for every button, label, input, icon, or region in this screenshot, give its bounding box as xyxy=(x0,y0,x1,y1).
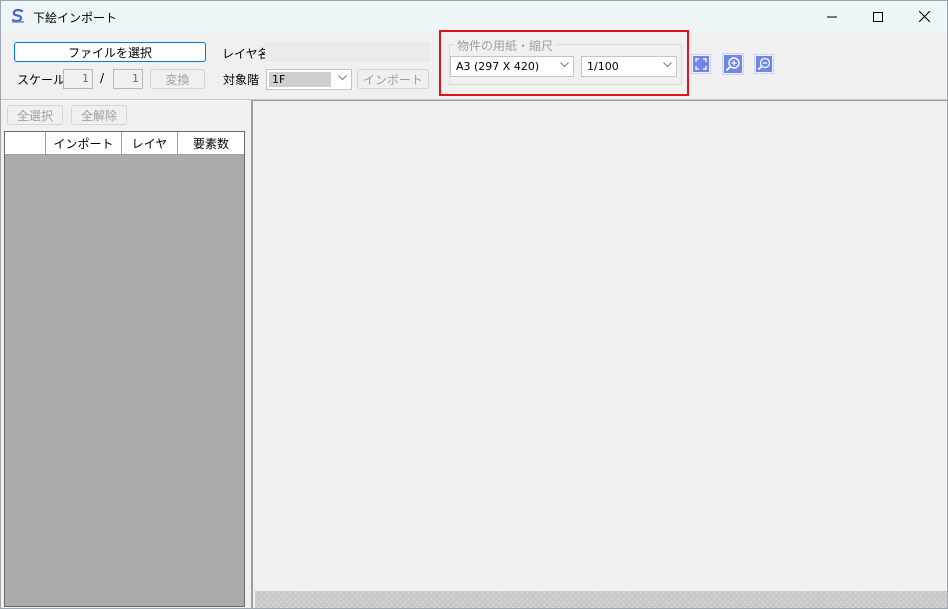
select-file-button[interactable]: ファイルを選択 xyxy=(14,42,206,62)
zoom-out-icon xyxy=(756,56,772,72)
import-dialog-window: 下絵インポート ファイルを選択 レイヤ名 スケール 1 / 1 変換 対象階 1… xyxy=(0,0,948,609)
fit-to-window-icon xyxy=(693,56,709,72)
target-floor-value: 1F xyxy=(272,73,286,86)
chevron-down-icon xyxy=(338,75,347,81)
close-icon xyxy=(918,11,930,22)
close-button[interactable] xyxy=(901,1,947,32)
scale-numerator-input[interactable]: 1 xyxy=(63,69,93,89)
minimize-button[interactable] xyxy=(809,1,855,32)
zoom-in-button[interactable] xyxy=(722,53,744,75)
select-all-button[interactable]: 全選択 xyxy=(7,105,63,125)
preview-canvas[interactable] xyxy=(251,100,947,608)
layer-grid-header: インポート レイヤ 要素数 xyxy=(5,132,244,155)
zoom-in-icon xyxy=(724,55,742,73)
minimize-icon xyxy=(827,16,837,17)
maximize-icon xyxy=(873,11,883,22)
deselect-all-button[interactable]: 全解除 xyxy=(71,105,127,125)
column-header-element-count[interactable]: 要素数 xyxy=(178,132,244,154)
column-header-layer[interactable]: レイヤ xyxy=(122,132,178,154)
layer-grid[interactable]: インポート レイヤ 要素数 xyxy=(4,131,245,607)
convert-button[interactable]: 変換 xyxy=(150,69,205,89)
title-bar: 下絵インポート xyxy=(1,1,947,32)
scale-label: スケール xyxy=(17,73,66,87)
layer-name-label: レイヤ名 xyxy=(222,47,270,61)
layer-name-field[interactable] xyxy=(265,43,429,61)
zoom-out-button[interactable] xyxy=(754,54,774,74)
app-logo-icon xyxy=(11,8,24,23)
window-title: 下絵インポート xyxy=(33,11,118,25)
fit-to-window-button[interactable] xyxy=(691,54,711,74)
paper-scale-highlight xyxy=(439,30,689,96)
column-header-import[interactable]: インポート xyxy=(46,132,122,154)
scale-separator: / xyxy=(100,71,105,85)
horizontal-scrollbar[interactable] xyxy=(255,591,947,608)
target-floor-label: 対象階 xyxy=(223,73,260,87)
column-header-selector[interactable] xyxy=(5,132,46,154)
maximize-button[interactable] xyxy=(855,1,901,32)
scale-denominator-input[interactable]: 1 xyxy=(113,69,143,89)
target-floor-select[interactable]: 1F xyxy=(266,69,352,90)
import-button[interactable]: インポート xyxy=(357,69,429,89)
